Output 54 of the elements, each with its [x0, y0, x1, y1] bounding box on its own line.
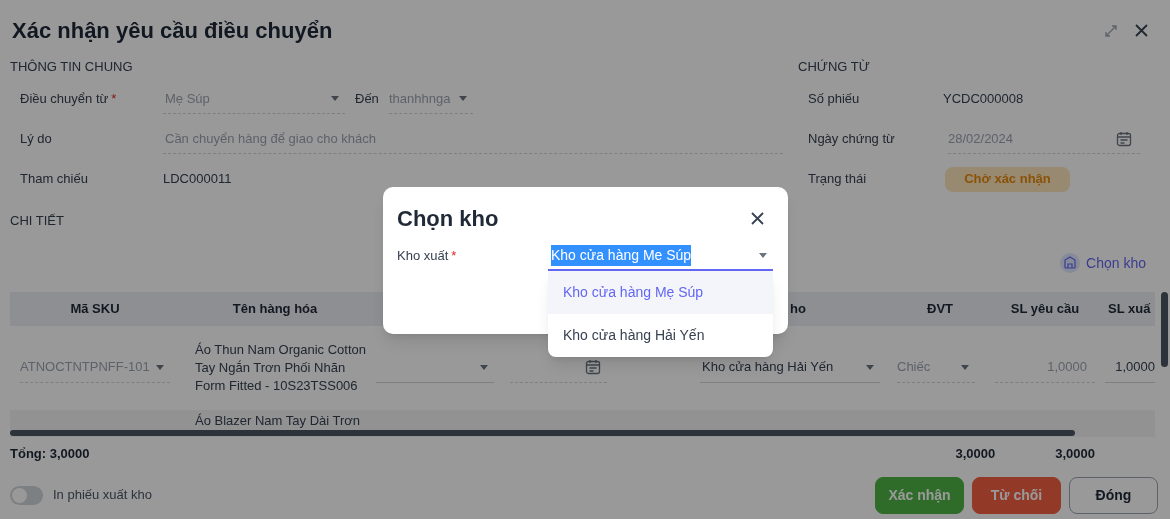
- required-mark: *: [111, 90, 117, 109]
- column-header: Tên hàng hóa: [232, 299, 318, 318]
- caret-icon: [459, 96, 467, 101]
- section-heading: THÔNG TIN CHUNG: [10, 58, 133, 76]
- modal-title: Chọn kho: [397, 205, 499, 233]
- dropdown-option[interactable]: Kho cửa hàng Mẹ Súp: [548, 271, 773, 314]
- unit-select[interactable]: Chiếc: [897, 352, 975, 383]
- caret-icon: [961, 364, 969, 370]
- building-icon: [1060, 253, 1081, 273]
- vertical-scrollbar[interactable]: [1161, 291, 1168, 367]
- field-label: Đến: [355, 90, 379, 109]
- calendar-icon[interactable]: [585, 359, 601, 375]
- product-name: Áo Blazer Nam Tay Dài Trơn: [195, 412, 361, 428]
- quantity-field[interactable]: 1,0000: [1105, 352, 1155, 383]
- caret-icon: [156, 364, 164, 370]
- close-button[interactable]: Đóng: [1069, 476, 1158, 514]
- field-label: Lý do: [20, 130, 52, 149]
- sku-select[interactable]: ATNOCTNTPNFF-101: [20, 352, 170, 383]
- close-icon[interactable]: [1135, 24, 1148, 37]
- status-badge: Chờ xác nhận: [945, 166, 1070, 192]
- section-heading: CHI TIẾT: [10, 212, 64, 230]
- total-value: 3,0000: [955, 444, 996, 463]
- field-label: Trạng thái: [808, 170, 867, 189]
- field-label: Kho xuất: [397, 247, 449, 265]
- field-label: Số phiếu: [808, 90, 860, 109]
- section-heading: CHỨNG TỪ: [798, 58, 870, 76]
- field-label: Tham chiếu: [20, 170, 88, 189]
- required-mark: *: [451, 247, 457, 265]
- field-value: LDC000011: [163, 170, 232, 189]
- horizontal-scrollbar[interactable]: [10, 429, 1075, 436]
- caret-icon: [759, 253, 767, 258]
- field-label: Ngày chứng từ: [808, 130, 895, 149]
- toggle-switch[interactable]: [10, 485, 43, 505]
- toggle-label: In phiếu xuất kho: [53, 486, 153, 505]
- column-header: ĐVT: [927, 299, 953, 318]
- caret-icon: [866, 364, 874, 370]
- total-value: 3,0000: [1055, 444, 1095, 463]
- product-name: Áo Thun Nam Organic Cotton Tay Ngắn Trơn Phối Nhãn Form Fitted - 10S23TSS006: [195, 341, 366, 393]
- close-icon[interactable]: [751, 212, 764, 225]
- expand-icon[interactable]: [1105, 24, 1117, 37]
- choose-warehouse-link[interactable]: Chọn kho: [1060, 252, 1146, 274]
- column-header: SL xuấ: [1108, 299, 1151, 318]
- quantity-field[interactable]: 1,0000: [995, 352, 1095, 383]
- reject-button[interactable]: Từ chối: [972, 476, 1061, 514]
- confirm-button[interactable]: Xác nhận: [875, 476, 964, 514]
- total-label: Tổng: 3,0000: [10, 444, 90, 463]
- field-value: YCDC000008: [943, 90, 1024, 109]
- caret-icon: [480, 364, 488, 370]
- caret-icon: [331, 96, 339, 101]
- column-header: SL yêu cầu: [1010, 299, 1080, 318]
- field-label: Điều chuyển từ: [20, 90, 109, 109]
- dialog-title: Xác nhận yêu cầu điều chuyển: [12, 17, 333, 45]
- column-header: ho: [790, 299, 806, 318]
- column-header: Mã SKU: [70, 299, 120, 318]
